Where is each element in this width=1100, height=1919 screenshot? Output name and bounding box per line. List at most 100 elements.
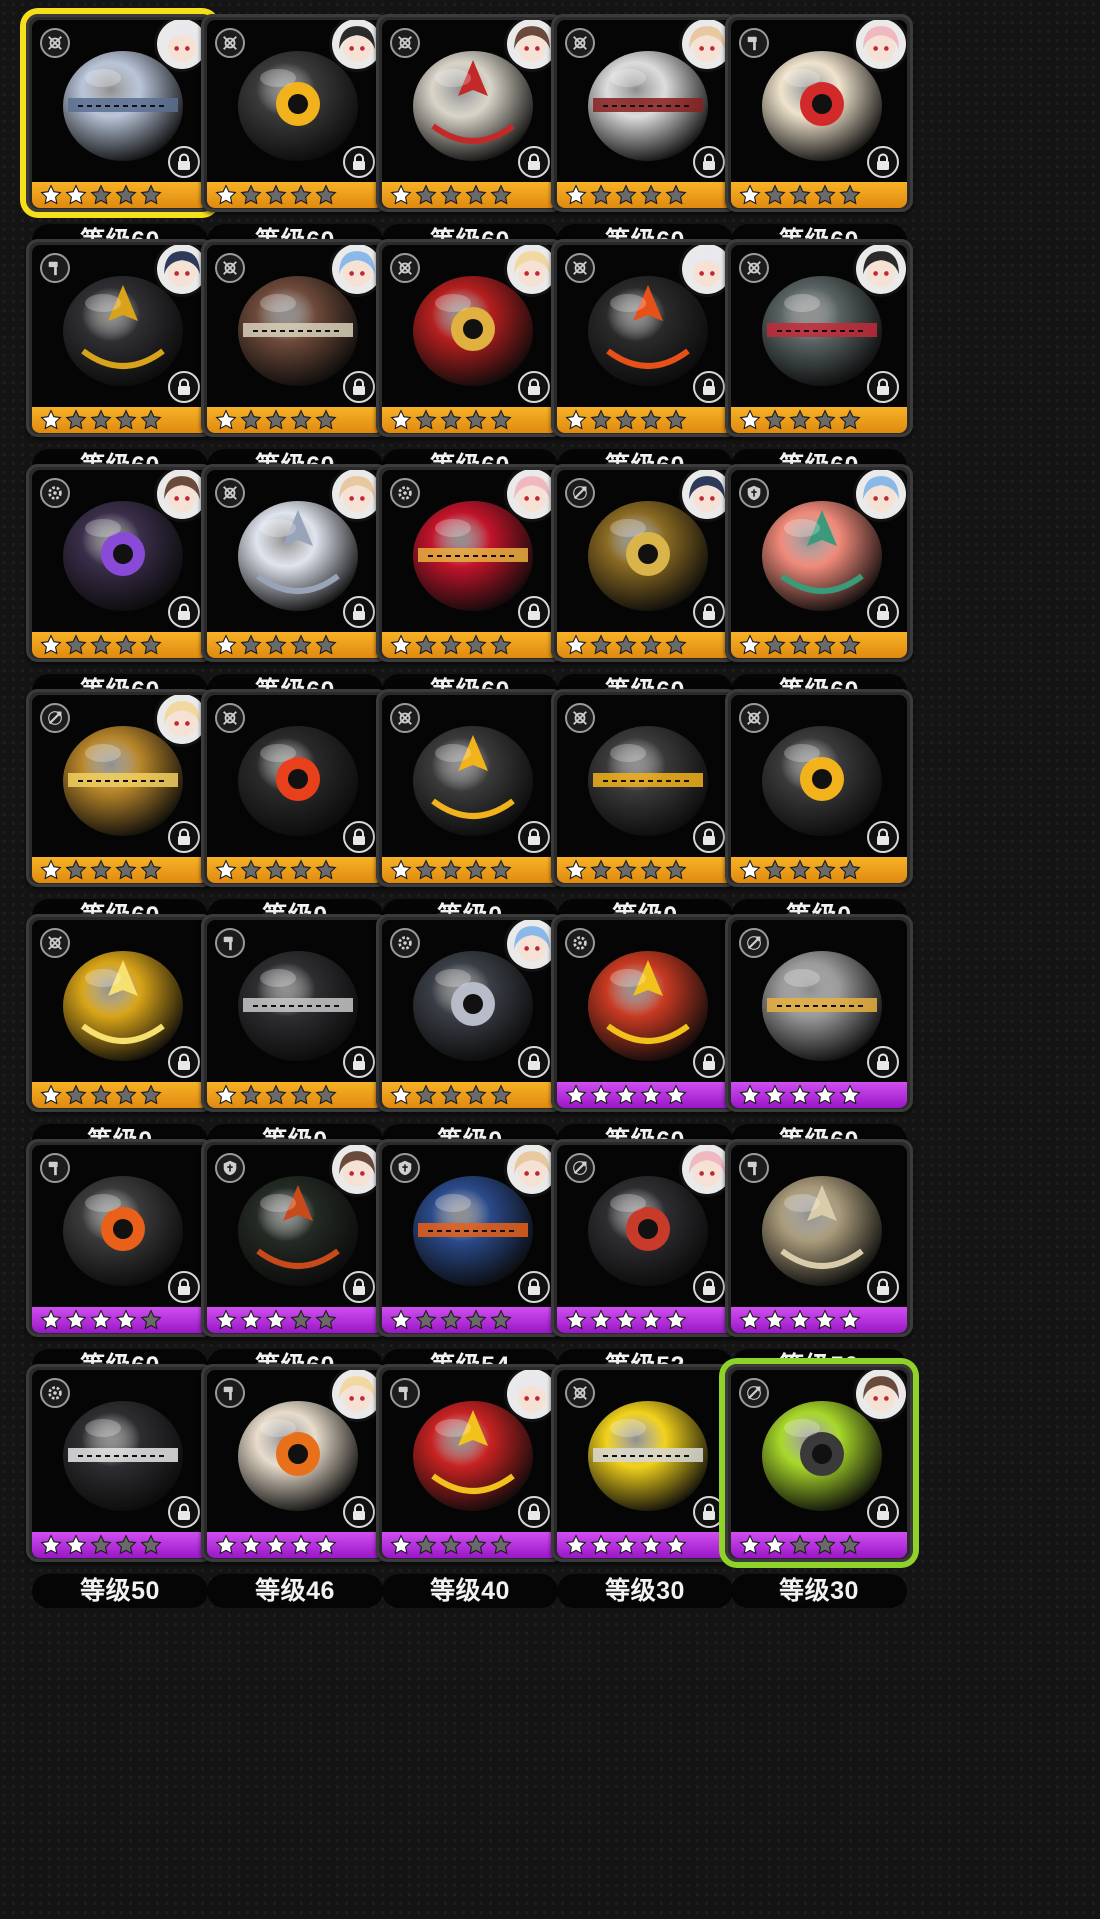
item-card[interactable] [201,914,389,1112]
star-empty-icon [265,859,287,881]
star-empty-icon [814,859,836,881]
item-card[interactable] [201,1139,389,1337]
item-cell[interactable]: 等级60 [715,454,923,708]
item-card[interactable] [725,464,913,662]
item-card[interactable] [201,464,389,662]
item-cell[interactable]: 等级60 [715,229,923,483]
star-empty-icon [140,1084,162,1106]
item-card[interactable] [201,1364,389,1562]
lock-icon[interactable] [867,1271,899,1303]
star-empty-icon [265,634,287,656]
lock-icon[interactable] [867,821,899,853]
star-filled-icon [565,1309,587,1331]
star-rating [32,182,208,208]
star-filled-icon [739,409,761,431]
item-card[interactable] [551,239,739,437]
item-card[interactable] [201,689,389,887]
item-artwork-frame [557,1370,733,1534]
item-card[interactable] [26,689,214,887]
star-empty-icon [640,409,662,431]
star-empty-icon [115,409,137,431]
star-empty-icon [140,184,162,206]
item-artwork-frame [32,695,208,859]
star-empty-icon [465,1084,487,1106]
lock-icon[interactable] [867,1046,899,1078]
item-card[interactable] [376,1139,564,1337]
star-filled-icon [265,1534,287,1556]
item-card[interactable] [26,239,214,437]
star-empty-icon [315,409,337,431]
star-empty-icon [764,859,786,881]
item-cell[interactable]: 等级60 [715,4,923,258]
item-card[interactable] [725,14,913,212]
star-filled-icon [814,1084,836,1106]
item-card[interactable] [551,914,739,1112]
item-cell[interactable]: 等级50 [715,1129,923,1383]
star-empty-icon [90,634,112,656]
item-card[interactable] [551,464,739,662]
star-filled-icon [640,1309,662,1331]
item-card[interactable] [376,689,564,887]
star-rating [731,182,907,208]
star-empty-icon [440,184,462,206]
star-empty-icon [315,1084,337,1106]
lock-icon[interactable] [867,596,899,628]
item-card[interactable] [376,914,564,1112]
item-card[interactable] [725,689,913,887]
item-card[interactable] [551,1364,739,1562]
star-filled-icon [390,634,412,656]
star-empty-icon [140,409,162,431]
item-card[interactable] [26,1364,214,1562]
item-card[interactable] [376,239,564,437]
star-empty-icon [315,634,337,656]
star-filled-icon [739,859,761,881]
item-cell[interactable]: 等级0 [715,679,923,933]
item-card[interactable] [725,1139,913,1337]
star-empty-icon [615,184,637,206]
star-empty-icon [115,859,137,881]
star-filled-icon [115,1309,137,1331]
lock-icon[interactable] [867,1496,899,1528]
item-cell[interactable]: 等级30 [715,1354,923,1608]
star-rating [207,632,383,658]
gyro-type-icon [390,253,420,283]
lock-icon[interactable] [867,146,899,178]
star-empty-icon [290,184,312,206]
star-empty-icon [789,1534,811,1556]
item-card[interactable] [725,1364,913,1562]
star-filled-icon [739,1309,761,1331]
item-card[interactable] [551,14,739,212]
item-artwork-frame [382,245,558,409]
item-artwork [233,721,363,841]
item-card[interactable] [376,14,564,212]
star-empty-icon [65,634,87,656]
star-empty-icon [415,184,437,206]
star-empty-icon [115,634,137,656]
star-empty-icon [789,634,811,656]
star-empty-icon [764,634,786,656]
item-card[interactable] [26,14,214,212]
item-card[interactable] [201,239,389,437]
lock-icon[interactable] [867,371,899,403]
item-card[interactable] [725,239,913,437]
star-rating [207,857,383,883]
item-cell[interactable]: 等级60 [715,904,923,1158]
star-rating [32,1082,208,1108]
gyro-type-icon [40,28,70,58]
gyro-type-icon [215,478,245,508]
star-filled-icon [390,184,412,206]
item-card[interactable] [376,1364,564,1562]
item-card[interactable] [551,689,739,887]
level-label: 等级30 [557,1574,733,1608]
star-filled-icon [215,1534,237,1556]
item-artwork-frame [731,20,907,184]
item-card[interactable] [26,1139,214,1337]
item-card[interactable] [376,464,564,662]
item-card[interactable] [26,914,214,1112]
star-empty-icon [140,1309,162,1331]
gyro-type-icon [390,28,420,58]
item-card[interactable] [725,914,913,1112]
item-card[interactable] [551,1139,739,1337]
item-card[interactable] [201,14,389,212]
item-card[interactable] [26,464,214,662]
